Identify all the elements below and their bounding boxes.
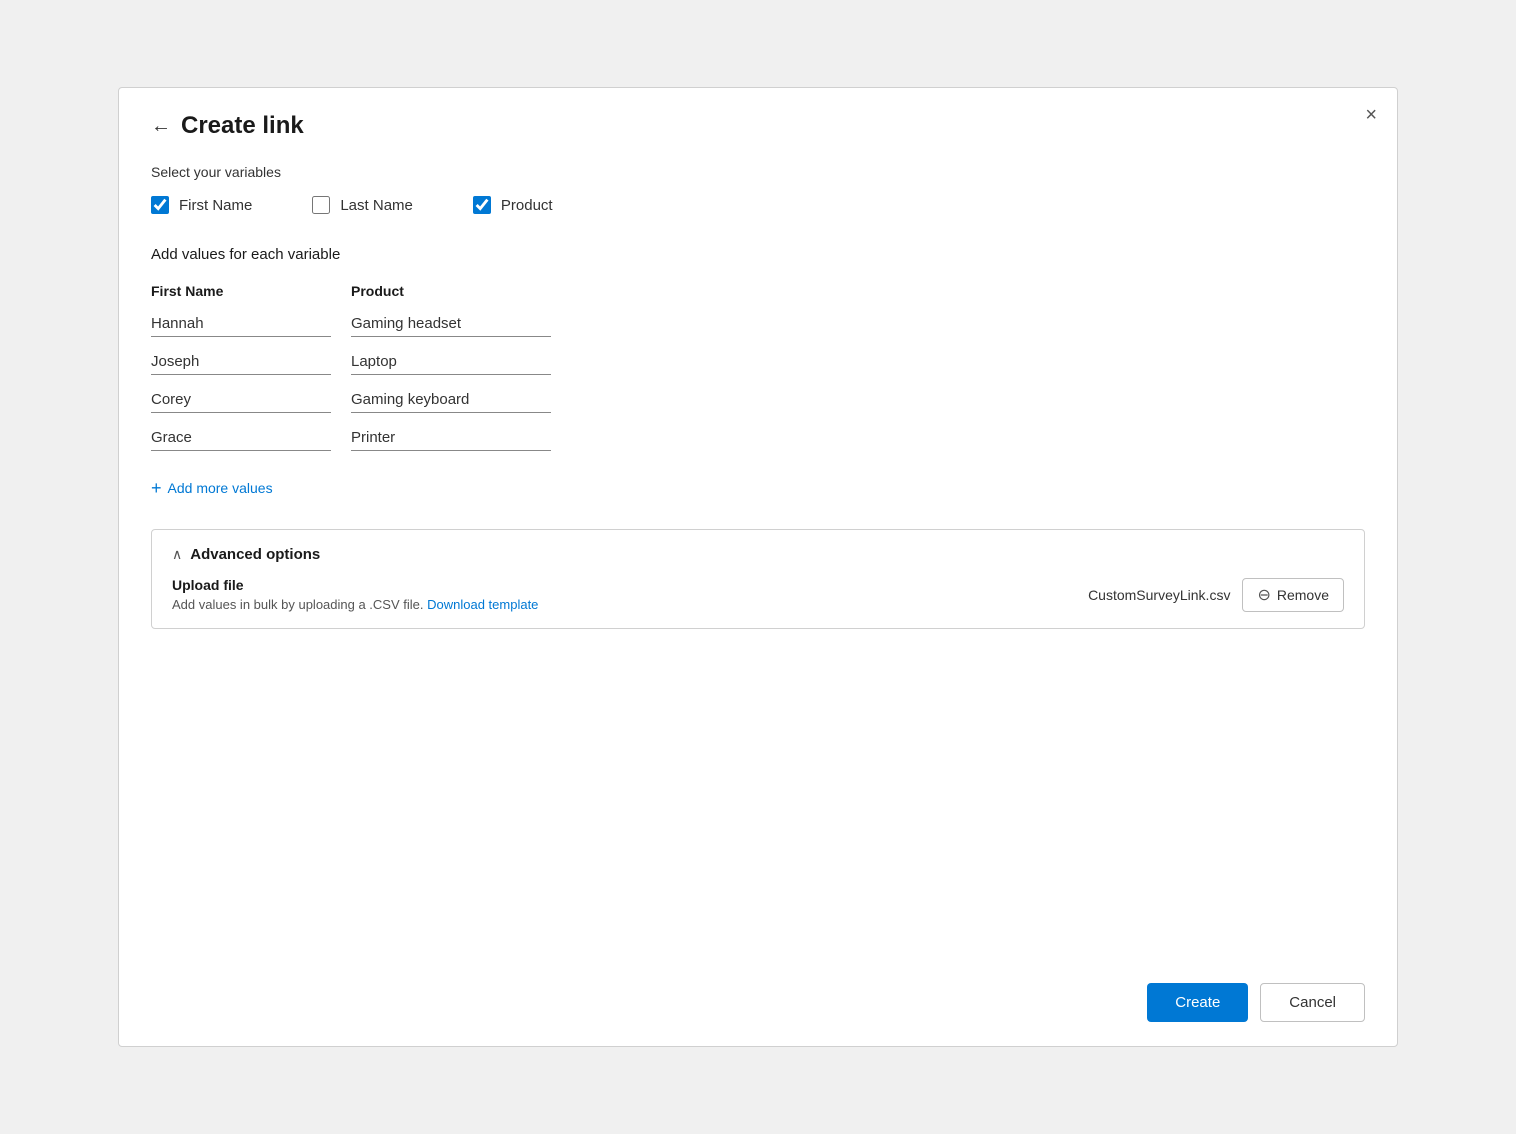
add-more-button[interactable]: + Add more values (151, 471, 273, 505)
chevron-up-icon: ∧ (172, 546, 182, 563)
product-checkbox-item[interactable]: Product (473, 196, 553, 214)
advanced-header[interactable]: ∧ Advanced options (172, 546, 1344, 563)
first-name-checkbox[interactable] (151, 196, 169, 214)
upload-actions: CustomSurveyLink.csv ⊖ Remove (1088, 578, 1344, 612)
product-input-4[interactable] (351, 425, 551, 451)
close-button[interactable]: × (1365, 104, 1377, 127)
uploaded-file-name: CustomSurveyLink.csv (1088, 587, 1230, 603)
firstname-input-2[interactable] (151, 349, 331, 375)
table-row (151, 387, 571, 421)
values-header-row: First Name Product (151, 283, 571, 299)
upload-desc: Add values in bulk by uploading a .CSV f… (172, 597, 538, 612)
product-input-2[interactable] (351, 349, 551, 375)
upload-label: Upload file (172, 577, 538, 593)
footer-row: Create Cancel (151, 951, 1365, 1022)
first-name-label: First Name (179, 197, 252, 214)
last-name-checkbox[interactable] (312, 196, 330, 214)
upload-row: Upload file Add values in bulk by upload… (172, 577, 1344, 612)
upload-info: Upload file Add values in bulk by upload… (172, 577, 538, 612)
add-more-label: Add more values (168, 480, 273, 496)
download-template-link[interactable]: Download template (427, 597, 538, 612)
product-label: Product (501, 197, 553, 214)
cancel-button[interactable]: Cancel (1260, 983, 1365, 1022)
firstname-input-1[interactable] (151, 311, 331, 337)
col-header-firstname: First Name (151, 283, 351, 299)
remove-circle-icon: ⊖ (1257, 585, 1270, 605)
firstname-input-4[interactable] (151, 425, 331, 451)
table-row (151, 311, 571, 345)
create-link-dialog: × ← Create link Select your variables Fi… (118, 87, 1398, 1047)
last-name-label: Last Name (340, 197, 413, 214)
table-row (151, 425, 571, 459)
firstname-input-3[interactable] (151, 387, 331, 413)
upload-desc-text: Add values in bulk by uploading a .CSV f… (172, 597, 424, 612)
select-variables-label: Select your variables (151, 164, 1365, 180)
values-table: First Name Product (151, 283, 571, 463)
col-header-product: Product (351, 283, 571, 299)
product-checkbox[interactable] (473, 196, 491, 214)
product-input-1[interactable] (351, 311, 551, 337)
back-button[interactable]: ← (151, 115, 171, 138)
section-add-values: Add values for each variable First Name … (151, 246, 1365, 521)
advanced-options-section: ∧ Advanced options Upload file Add value… (151, 529, 1365, 629)
add-values-label: Add values for each variable (151, 246, 1365, 263)
remove-label: Remove (1277, 587, 1329, 603)
section-select-variables: Select your variables First Name Last Na… (151, 164, 1365, 246)
plus-icon: + (151, 479, 162, 497)
advanced-title: Advanced options (190, 546, 320, 563)
remove-file-button[interactable]: ⊖ Remove (1242, 578, 1344, 612)
product-input-3[interactable] (351, 387, 551, 413)
back-arrow-icon: ← (151, 115, 171, 138)
dialog-header: ← Create link (151, 112, 1365, 140)
variables-row: First Name Last Name Product (151, 196, 1365, 214)
first-name-checkbox-item[interactable]: First Name (151, 196, 252, 214)
table-row (151, 349, 571, 383)
last-name-checkbox-item[interactable]: Last Name (312, 196, 413, 214)
create-button[interactable]: Create (1147, 983, 1248, 1022)
dialog-title: Create link (181, 112, 304, 140)
